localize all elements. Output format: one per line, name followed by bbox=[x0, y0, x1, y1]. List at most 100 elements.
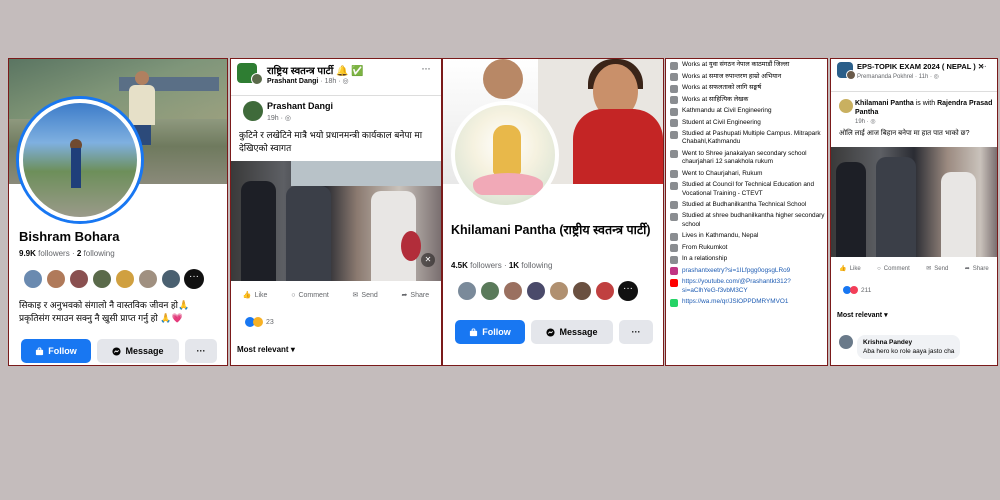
following-count[interactable]: 1K bbox=[509, 261, 519, 270]
friend-avatar[interactable] bbox=[457, 281, 477, 301]
share-label: Share bbox=[972, 265, 989, 272]
inner-time-text[interactable]: 19h bbox=[267, 115, 279, 122]
whatsapp-icon bbox=[670, 298, 678, 307]
friend-avatar[interactable] bbox=[161, 269, 181, 289]
instagram-icon bbox=[670, 267, 678, 276]
info-text: Studied at Budhanilkantha Technical Scho… bbox=[682, 200, 807, 208]
friend-avatar[interactable] bbox=[138, 269, 158, 289]
sharer-avatar[interactable] bbox=[251, 73, 263, 85]
profile-stats: 4.5K followers · 1K following bbox=[451, 261, 553, 270]
post-video[interactable]: ✕ bbox=[231, 161, 441, 281]
followers-label[interactable]: followers bbox=[470, 261, 502, 270]
profile-avatar[interactable] bbox=[19, 99, 141, 221]
followers-count[interactable]: 9.9K bbox=[19, 249, 36, 258]
group-title[interactable]: EPS-TOPIK EXAM 2024 ( NEPAL ) ✕ bbox=[857, 62, 984, 71]
info-row: Works at साहित्यिक लेखक bbox=[670, 96, 826, 104]
sharer-avatar[interactable] bbox=[846, 70, 856, 80]
like-label: Like bbox=[849, 265, 861, 272]
follow-label: Follow bbox=[48, 346, 77, 356]
shared-by[interactable]: Premananda Pokhrel bbox=[857, 74, 913, 80]
inner-time-text[interactable]: 19h bbox=[855, 119, 865, 125]
friend-avatar[interactable] bbox=[595, 281, 615, 301]
friend-avatar[interactable] bbox=[23, 269, 43, 289]
friend-avatar[interactable] bbox=[69, 269, 89, 289]
reaction-count: 23 bbox=[266, 318, 274, 326]
send-icon: ✉ bbox=[352, 292, 359, 299]
comment-bubble: Krishna Pandey Aba hero ko role aaya jas… bbox=[857, 335, 961, 359]
message-button[interactable]: Message bbox=[97, 339, 179, 363]
more-button[interactable]: ··· bbox=[619, 320, 653, 344]
friend-avatar[interactable] bbox=[480, 281, 500, 301]
comment-icon: ○ bbox=[291, 291, 296, 299]
commenter-avatar[interactable] bbox=[839, 335, 853, 349]
shared-by[interactable]: Prashant Dangi bbox=[267, 78, 318, 85]
info-row: Works at सफलताको लागि सङ्घर्ष bbox=[670, 84, 826, 93]
more-button[interactable]: ··· bbox=[185, 339, 217, 363]
comment-author[interactable]: Krishna Pandey bbox=[863, 338, 954, 347]
friend-avatar[interactable] bbox=[115, 269, 135, 289]
comment-button[interactable]: ○ Comment bbox=[291, 291, 329, 299]
friend-avatar[interactable] bbox=[549, 281, 569, 301]
sort-label: Most relevant bbox=[237, 345, 289, 354]
graduation-cap-icon bbox=[670, 107, 678, 116]
send-button[interactable]: ✉ Send bbox=[926, 265, 948, 273]
info-text: Works at सफलताको लागि सङ्घर्ष bbox=[682, 84, 762, 91]
like-button[interactable]: 👍 Like bbox=[243, 291, 268, 300]
shared-time[interactable]: 18h bbox=[325, 78, 337, 85]
more-friends-button[interactable]: ··· bbox=[184, 269, 204, 289]
location-pin-icon bbox=[670, 244, 678, 253]
followers-label[interactable]: followers bbox=[38, 249, 70, 258]
page-title[interactable]: राष्ट्रिय स्वतन्त्र पार्टी 🔔 ✅ bbox=[267, 63, 364, 77]
send-label: Send bbox=[361, 291, 378, 299]
profile-avatar[interactable] bbox=[451, 101, 559, 209]
about-info-panel: Works at युवा संगठन नेपाल काठमाडौं जिल्ल… bbox=[665, 58, 828, 366]
reaction-summary[interactable]: 23 bbox=[245, 317, 274, 327]
friends-avatars: ··· bbox=[457, 281, 638, 301]
messenger-icon bbox=[546, 327, 556, 337]
post-menu-button[interactable]: ··· bbox=[979, 61, 987, 72]
send-button[interactable]: ✉ Send bbox=[352, 291, 378, 300]
post-video[interactable] bbox=[831, 147, 997, 257]
info-row: Studied at Pashupati Multiple Campus. Mi… bbox=[670, 130, 826, 147]
post-menu-button[interactable]: ··· bbox=[421, 61, 431, 75]
message-label: Message bbox=[125, 346, 164, 356]
follow-button[interactable]: Follow bbox=[21, 339, 91, 363]
bio-line: सिकाइ र अनुभवको संगालो नै वास्तविक जीवन … bbox=[19, 300, 190, 310]
inner-author-name[interactable]: Prashant Dangi bbox=[267, 101, 333, 111]
info-link[interactable]: https://youtube.com/@Prashantkt312?si=aC… bbox=[670, 278, 826, 295]
info-text: Went to Shree janakalyan secondary schoo… bbox=[682, 149, 807, 166]
briefcase-icon bbox=[670, 96, 678, 104]
share-button[interactable]: ➦ Share bbox=[965, 265, 989, 273]
followers-count[interactable]: 4.5K bbox=[451, 261, 468, 270]
friend-avatar[interactable] bbox=[503, 281, 523, 301]
info-link[interactable]: https://wa.me/qr/JSlOPPDMRYMVO1 bbox=[670, 298, 826, 307]
inner-author-avatar[interactable] bbox=[839, 99, 853, 113]
like-button[interactable]: 👍 Like bbox=[839, 265, 861, 273]
more-friends-button[interactable]: ··· bbox=[618, 281, 638, 301]
inner-author-avatar[interactable] bbox=[243, 101, 263, 121]
messenger-icon bbox=[112, 346, 122, 356]
following-count[interactable]: 2 bbox=[77, 249, 81, 258]
comment-text: Aba hero ko role aaya jasto cha bbox=[863, 348, 955, 355]
comment-sort[interactable]: Most relevant ▾ bbox=[837, 311, 888, 319]
profile-name: Bishram Bohara bbox=[19, 229, 120, 244]
following-label[interactable]: following bbox=[521, 261, 552, 270]
info-link[interactable]: prashantxeetry?si=1ILfpgg0ogsgLRo9 bbox=[670, 267, 826, 276]
message-button[interactable]: Message bbox=[531, 320, 613, 344]
comment-sort[interactable]: Most relevant ▾ bbox=[237, 345, 295, 354]
friend-avatar[interactable] bbox=[526, 281, 546, 301]
chevron-down-icon: ▾ bbox=[290, 345, 295, 354]
info-row: Works at समाज रुपान्तरण हाम्रो अभियान bbox=[670, 73, 826, 81]
shared-time[interactable]: 11h bbox=[919, 74, 929, 80]
comment-button[interactable]: ○ Comment bbox=[877, 265, 910, 272]
inner-author-name[interactable]: Khilamani Pantha bbox=[855, 100, 914, 107]
friend-avatar[interactable] bbox=[92, 269, 112, 289]
friend-avatar[interactable] bbox=[46, 269, 66, 289]
reaction-summary[interactable]: 211 bbox=[843, 286, 871, 294]
follow-button[interactable]: Follow bbox=[455, 320, 525, 344]
post-meta: Prashant Dangi · 18h · ◎ bbox=[267, 78, 349, 85]
mute-icon[interactable]: ✕ bbox=[421, 253, 435, 267]
following-label[interactable]: following bbox=[84, 249, 115, 258]
share-button[interactable]: ➦ Share bbox=[402, 291, 430, 300]
friend-avatar[interactable] bbox=[572, 281, 592, 301]
